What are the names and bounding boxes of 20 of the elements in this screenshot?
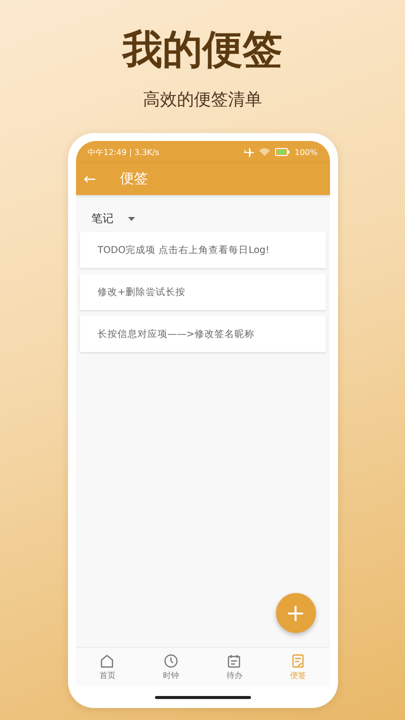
headline-title: 我的便签 — [122, 26, 282, 75]
clock-icon — [164, 654, 178, 668]
headline-subtitle: 高效的便签清单 — [143, 89, 262, 112]
status-time: 中午12:49 | 3.3K/s — [88, 146, 160, 158]
note-card[interactable]: 修改+删除尝试长按 — [80, 274, 326, 310]
nav-tab[interactable]: 待办 — [202, 648, 266, 686]
app-bar-title: 便签 — [120, 170, 148, 188]
battery-icon — [274, 148, 290, 156]
battery-level: 100% — [294, 148, 318, 156]
nav-tab[interactable]: 时钟 — [139, 648, 202, 686]
note-card[interactable]: TODO完成项 点击右上角查看每日Log! — [80, 232, 326, 268]
calendar-icon — [227, 654, 242, 668]
caret-icon — [128, 216, 134, 220]
home-icon — [100, 654, 114, 668]
note-card[interactable]: 长按信息对应项——>修改签名昵称 — [80, 316, 326, 352]
wifi-icon — [258, 148, 270, 156]
airplane-icon — [244, 148, 254, 156]
nav-tab[interactable]: 首页 — [76, 648, 139, 686]
category-dropdown[interactable]: 笔记 — [92, 211, 134, 226]
note-icon — [290, 654, 305, 668]
